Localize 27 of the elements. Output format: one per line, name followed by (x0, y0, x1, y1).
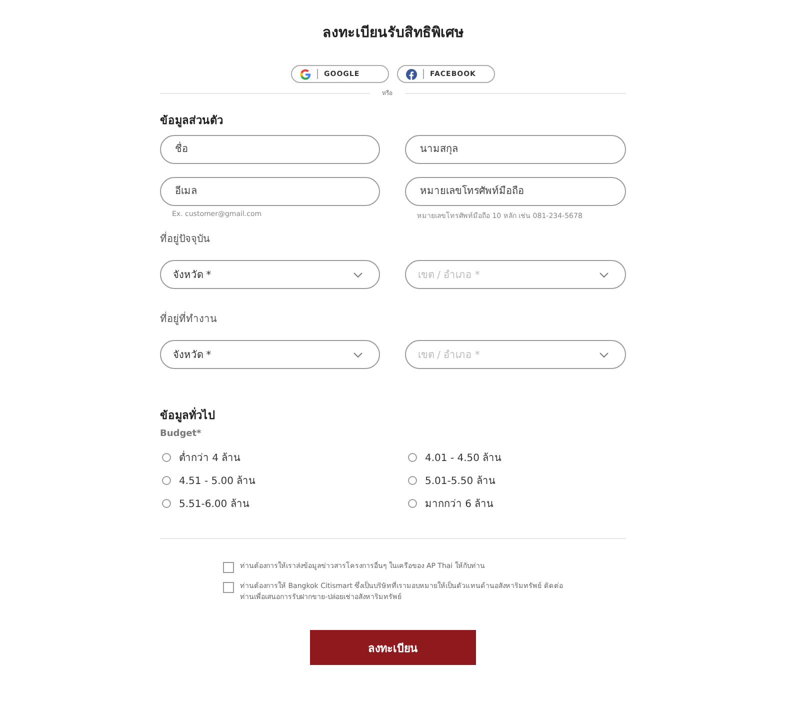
checkbox[interactable] (223, 562, 234, 573)
section-heading: ข้อมูลทั่วไป (160, 406, 216, 420)
facebook-icon (406, 68, 417, 80)
checkbox[interactable] (223, 582, 234, 593)
dropdown-field[interactable]: จังหวัด * (160, 340, 380, 369)
address-label: ที่อยู่ปัจจุบัน (160, 231, 626, 245)
text-field[interactable]: อีเมล (160, 177, 380, 206)
budget-radio-option[interactable]: 4.51 - 5.00 ล้าน (160, 472, 406, 489)
budget-radio-option[interactable]: 5.01-5.50 ล้าน (406, 472, 626, 489)
google-g-icon (300, 68, 311, 80)
budget-radio-option[interactable]: ต่ำกว่า 4 ล้าน (160, 449, 406, 466)
register-button[interactable]: ลงทะเบียน (310, 630, 476, 665)
text-field[interactable]: ชื่อ (160, 135, 380, 164)
page-title: ลงทะเบียนรับสิทธิพิเศษ (322, 24, 464, 38)
budget-radio-option[interactable]: 5.51-6.00 ล้าน (160, 495, 406, 512)
budget-label: Budget* (160, 429, 202, 439)
chevron-down-icon (599, 352, 609, 358)
budget-radio-option[interactable]: 4.01 - 4.50 ล้าน (406, 449, 626, 466)
address-label: ที่อยู่ที่ทำงาน (160, 311, 626, 325)
text-field[interactable]: นามสกุล (405, 135, 626, 164)
section-heading: ข้อมูลส่วนตัว (160, 113, 224, 125)
dropdown-field[interactable]: จังหวัด * (160, 260, 380, 289)
chevron-down-icon (599, 272, 609, 278)
chevron-down-icon (353, 272, 363, 278)
chevron-down-icon (353, 352, 363, 358)
budget-radio-option[interactable]: มากกว่า 6 ล้าน (406, 495, 626, 512)
text-field[interactable]: หมายเลขโทรศัพท์มือถือ (405, 177, 626, 206)
